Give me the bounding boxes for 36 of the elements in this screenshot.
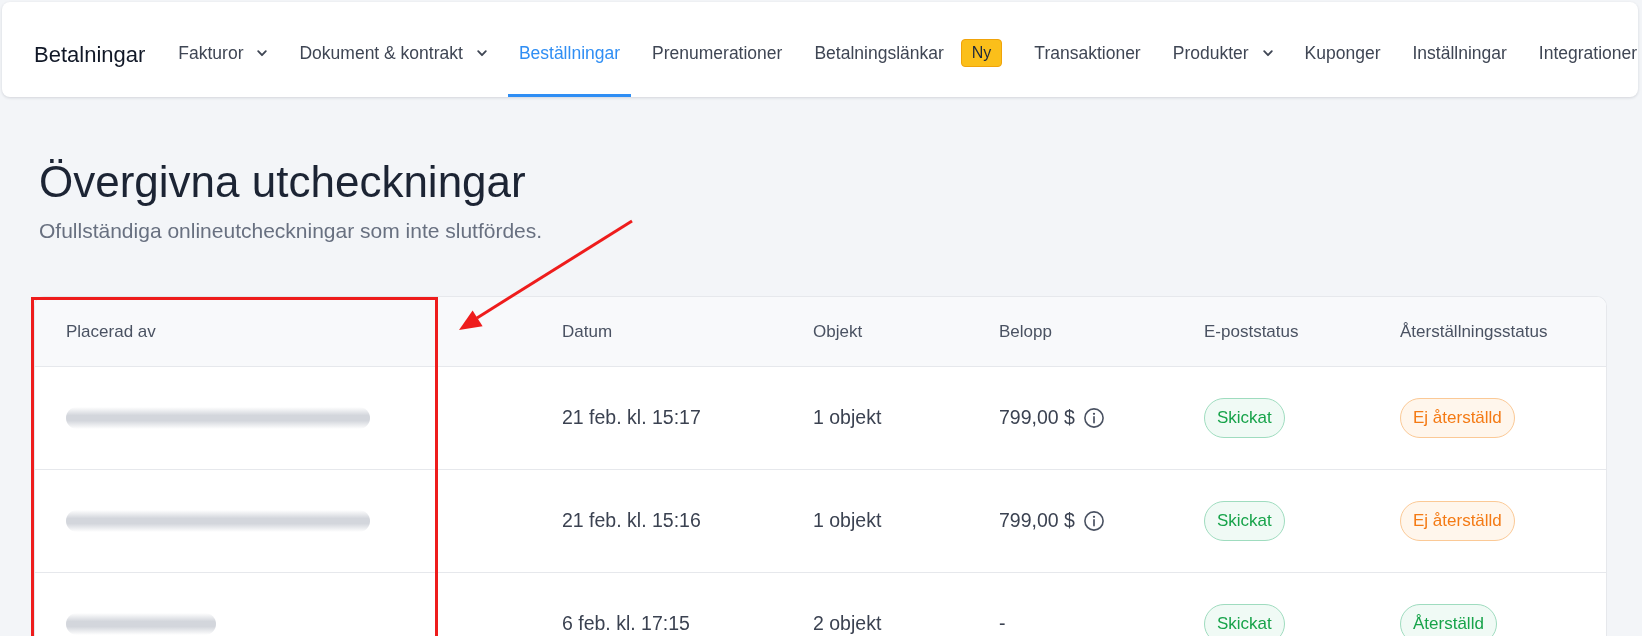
nav-tab[interactable]: Inställningar <box>1401 2 1518 97</box>
nav-tab[interactable]: Produkter <box>1161 2 1284 97</box>
page-subtitle: Ofullständiga onlineutcheckningar som inte slutfördes. <box>39 220 544 241</box>
nav-tab[interactable]: Transaktioner <box>1023 2 1152 97</box>
column-header: Placerad av <box>66 321 156 342</box>
page-title: Övergivna utcheckningar <box>39 160 527 204</box>
column-header: Belopp <box>999 321 1052 342</box>
new-badge: Ny <box>960 39 1003 67</box>
date-text: 6 feb. kl. 17:15 <box>562 614 690 634</box>
email-status-badge: Skickat <box>1204 398 1285 438</box>
column-header: Objekt <box>813 321 863 342</box>
nav-tab[interactable]: Integrationer <box>1527 2 1642 97</box>
nav-tab[interactable]: Fakturor <box>167 2 279 97</box>
nav-tab[interactable]: Dokument & kontrakt <box>288 2 498 97</box>
amount-text: 799,00 $ <box>999 511 1075 531</box>
nav-tab[interactable]: Kuponger <box>1293 2 1392 97</box>
item-count: 2 objekt <box>813 614 882 634</box>
email-status-badge: Skickat <box>1204 501 1285 541</box>
info-icon[interactable] <box>1083 511 1104 531</box>
column-header: E-poststatus <box>1204 321 1299 342</box>
date-text: 21 feb. kl. 15:17 <box>562 408 701 428</box>
recovery-status-badge: Återställd <box>1400 604 1497 636</box>
info-icon[interactable] <box>1083 408 1104 428</box>
recovery-status-badge: Ej återställd <box>1400 398 1515 438</box>
date-text: 21 feb. kl. 15:16 <box>562 511 701 531</box>
amount-text: 799,00 $ <box>999 408 1075 428</box>
nav-tab[interactable]: Prenumerationer <box>641 2 794 97</box>
brand-title: Betalningar <box>34 41 146 68</box>
nav-tab[interactable]: Betalningslänkar Ny <box>803 2 1014 97</box>
amount-text: - <box>999 614 1006 634</box>
item-count: 1 objekt <box>813 511 882 531</box>
column-header: Återställningsstatus <box>1400 321 1548 342</box>
recovery-status-badge: Ej återställd <box>1400 501 1515 541</box>
email-status-badge: Skickat <box>1204 604 1285 636</box>
item-count: 1 objekt <box>813 408 882 428</box>
column-header: Datum <box>562 321 613 342</box>
